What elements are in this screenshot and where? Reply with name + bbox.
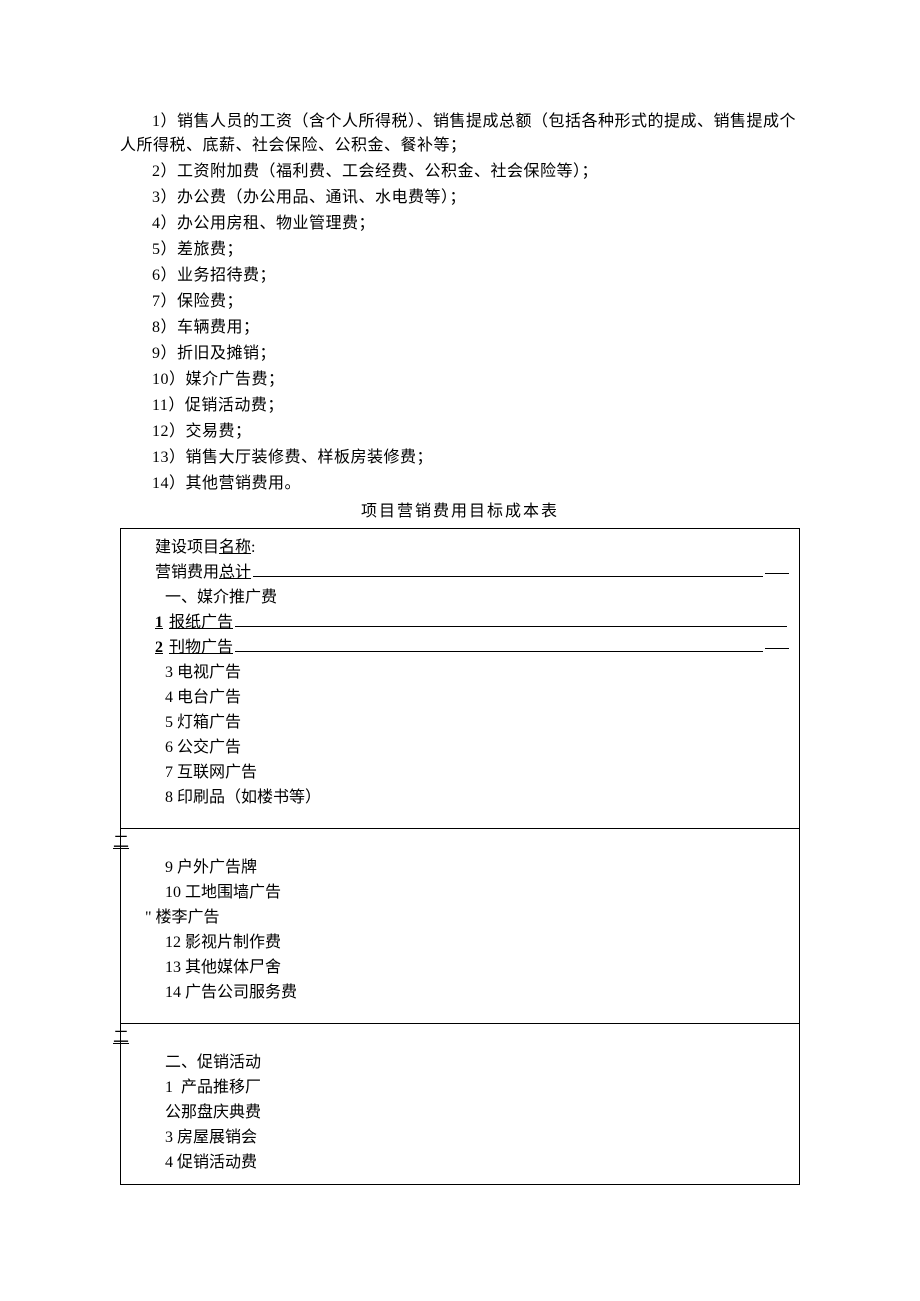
list-item: 3）办公费（办公用品、通讯、水电费等）；	[120, 186, 800, 210]
section-1-label: 一、媒介推广费	[165, 589, 277, 606]
item-row: 9 户外广告牌	[131, 856, 789, 880]
item-row: 10 工地围墙广告	[131, 881, 789, 905]
table-title: 项目营销费用目标成本表	[120, 500, 800, 524]
item-text: 房屋展销会	[177, 1129, 257, 1146]
numbered-list: 1）销售人员的工资（含个人所得税）、销售提成总额（包括各种形式的提成、销售提成个…	[120, 110, 800, 496]
list-item: 1）销售人员的工资（含个人所得税）、销售提成总额（包括各种形式的提成、销售提成个…	[120, 110, 800, 158]
item-row: 公那盘庆典费	[131, 1101, 789, 1125]
total-label-underline: 总计	[219, 564, 251, 581]
quote-mark: "	[145, 909, 152, 926]
item-row: 6 公交广告	[131, 736, 789, 760]
list-item: 5）差旅费；	[120, 238, 800, 262]
underline-fill	[235, 611, 787, 627]
separator	[121, 1023, 799, 1024]
item-text: 互联网广告	[177, 764, 257, 781]
total-row: 营销费用总计	[121, 561, 799, 585]
list-item: 13）销售大厅装修费、样板房装修费；	[120, 446, 800, 470]
cost-table: 建设项目名称: 营销费用总计 一、媒介推广费 1 报纸广告 2 刊物广告 3 电…	[120, 528, 800, 1185]
two-marker: 二	[113, 831, 799, 855]
item-number: 9	[165, 859, 173, 876]
item-number: 8	[165, 789, 173, 806]
project-label: 建设项目	[155, 539, 219, 556]
item-number: 14	[165, 984, 181, 1001]
item-number: 1	[165, 1079, 173, 1096]
project-label-underline: 名称	[219, 539, 251, 556]
section-2-label: 二、促销活动	[165, 1054, 261, 1071]
item-text: 印刷品（如楼书等）	[177, 789, 321, 806]
item-text: 户外广告牌	[177, 859, 257, 876]
item-number: 1	[155, 614, 163, 631]
separator	[121, 828, 799, 829]
dash-icon	[765, 563, 789, 574]
item-number: 4	[165, 1154, 173, 1171]
item-text: 电视广告	[177, 664, 241, 681]
list-item: 7）保险费；	[120, 290, 800, 314]
item-number: 10	[165, 884, 181, 901]
section-2-header: 二、促销活动	[131, 1051, 789, 1075]
two-marker: 二	[113, 1026, 799, 1050]
underline-fill	[235, 636, 763, 652]
item-number: 7	[165, 764, 173, 781]
item-number: 5	[165, 714, 173, 731]
total-label: 营销费用	[155, 564, 219, 581]
item-number: 3	[165, 664, 173, 681]
item-row: 12 影视片制作费	[131, 931, 789, 955]
item-number: 3	[165, 1129, 173, 1146]
list-item: 14）其他营销费用。	[120, 472, 800, 496]
item-number: 12	[165, 934, 181, 951]
item-row: 1 产品推移厂	[131, 1076, 789, 1100]
item-text: 电台广告	[177, 689, 241, 706]
item-text: 报纸广告	[169, 614, 233, 631]
project-name-row: 建设项目名称:	[121, 536, 799, 560]
item-row: 1 报纸广告	[121, 611, 799, 635]
item-text: 广告公司服务费	[185, 984, 297, 1001]
item-text: 产品推移厂	[181, 1079, 261, 1096]
list-item: 8）车辆费用；	[120, 316, 800, 340]
section-1-header: 一、媒介推广费	[131, 586, 789, 610]
list-item: 4）办公用房租、物业管理费；	[120, 212, 800, 236]
item-row: 8 印刷品（如楼书等）	[131, 786, 789, 810]
item-text: 楼李广告	[156, 909, 220, 926]
item-row: 4 电台广告	[131, 686, 789, 710]
list-item: 9）折旧及摊销；	[120, 342, 800, 366]
item-text: 其他媒体尸舍	[185, 959, 281, 976]
item-number: 6	[165, 739, 173, 756]
item-text: 影视片制作费	[185, 934, 281, 951]
item-row: 5 灯箱广告	[131, 711, 789, 735]
item-row: 4 促销活动费	[131, 1151, 789, 1175]
list-item: 12）交易费；	[120, 420, 800, 444]
item-row: 3 房屋展销会	[131, 1126, 789, 1150]
item-number: 4	[165, 689, 173, 706]
list-item: 11）促销活动费；	[120, 394, 800, 418]
dash-icon	[765, 638, 789, 649]
list-item: 2）工资附加费（福利费、工会经费、公积金、社会保险等）；	[120, 160, 800, 184]
item-row: " 楼李广告	[131, 906, 789, 930]
list-item: 10）媒介广告费；	[120, 368, 800, 392]
item-row: 3 电视广告	[131, 661, 789, 685]
item-number: 2	[155, 639, 163, 656]
item-text: 公交广告	[177, 739, 241, 756]
item-text: 刊物广告	[169, 639, 233, 656]
item-row: 7 互联网广告	[131, 761, 789, 785]
underline-fill	[253, 561, 763, 577]
item-text: 公那盘庆典费	[165, 1104, 261, 1121]
list-item: 6）业务招待费；	[120, 264, 800, 288]
item-number: 13	[165, 959, 181, 976]
item-text: 工地围墙广告	[185, 884, 281, 901]
item-row: 13 其他媒体尸舍	[131, 956, 789, 980]
item-row: 2 刊物广告	[121, 636, 799, 660]
item-row: 14 广告公司服务费	[131, 981, 789, 1005]
item-text: 灯箱广告	[177, 714, 241, 731]
item-text: 促销活动费	[177, 1154, 257, 1171]
